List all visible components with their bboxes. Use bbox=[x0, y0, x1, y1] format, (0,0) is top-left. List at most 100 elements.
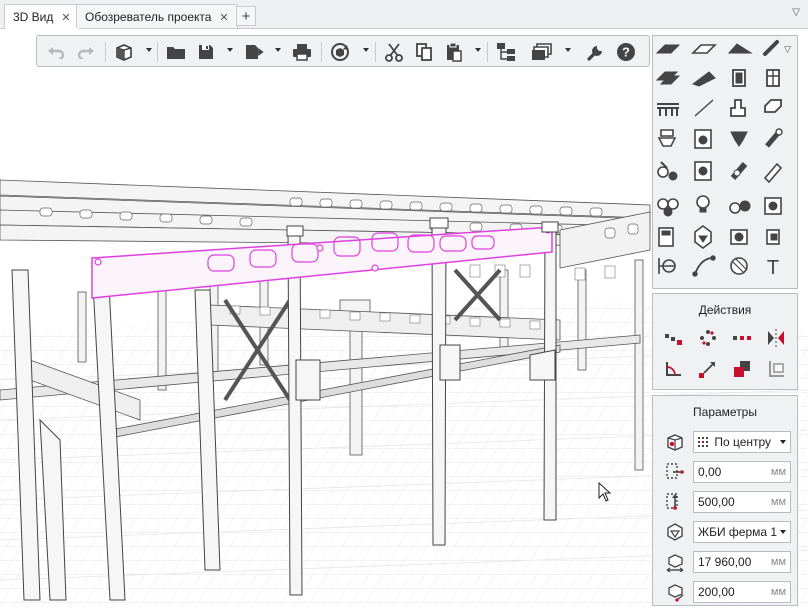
anchor-value: По центру bbox=[714, 435, 772, 449]
offset-value: 0,00 bbox=[698, 465, 722, 479]
array-action-icon[interactable] bbox=[731, 327, 753, 349]
anchor-param-row: По центру bbox=[653, 429, 799, 455]
tab-bar: 3D Вид ✕ Обозреватель проекта ✕ + ▽ bbox=[0, 0, 808, 29]
hatch-tool-icon bbox=[730, 257, 748, 275]
offset-field[interactable]: 0,00 мм bbox=[693, 461, 791, 483]
tab-project-explorer[interactable]: Обозреватель проекта ✕ bbox=[76, 4, 238, 28]
move-action-icon[interactable] bbox=[663, 327, 685, 349]
length-unit: мм bbox=[770, 556, 786, 568]
anchor-select[interactable]: По центру bbox=[693, 431, 791, 453]
electric-tool-icon bbox=[729, 200, 751, 214]
tools-palette: ▽ T bbox=[652, 35, 798, 289]
mirror-action-icon[interactable] bbox=[765, 327, 787, 349]
toolbar-separator bbox=[321, 42, 322, 62]
trim-action-icon[interactable] bbox=[765, 358, 787, 380]
stretch-action-icon[interactable] bbox=[697, 358, 719, 380]
toolbar-separator bbox=[157, 42, 158, 62]
cut-icon[interactable] bbox=[383, 41, 405, 63]
length-field[interactable]: 17 960,00 мм bbox=[693, 551, 791, 573]
hierarchy-icon[interactable] bbox=[495, 41, 517, 63]
chevron-down-icon[interactable] bbox=[146, 48, 152, 52]
width-unit: мм bbox=[770, 586, 786, 598]
window-tool-icon bbox=[766, 69, 780, 87]
socket-tool-icon bbox=[764, 197, 782, 215]
chevron-down-icon[interactable] bbox=[565, 48, 571, 52]
fan-tool-icon bbox=[730, 131, 748, 147]
height-value: 500,00 bbox=[698, 495, 735, 509]
offset-param-row: 0,00 мм bbox=[653, 459, 799, 485]
height-field[interactable]: 500,00 мм bbox=[693, 491, 791, 513]
floor-tool-icon bbox=[691, 44, 717, 54]
chevron-down-icon bbox=[780, 440, 786, 444]
toolbar-separator bbox=[105, 42, 106, 62]
toolbar-separator bbox=[375, 42, 376, 62]
undo-icon[interactable] bbox=[45, 41, 67, 63]
main-toolbar: ? bbox=[36, 35, 650, 67]
anchor-cube-icon bbox=[665, 432, 685, 452]
redo-icon[interactable] bbox=[75, 41, 97, 63]
truss-type-icon bbox=[665, 522, 685, 542]
curve-tool-icon bbox=[692, 255, 716, 277]
type-select[interactable]: ЖБИ ферма 1 bbox=[693, 521, 791, 543]
chevron-down-icon[interactable] bbox=[475, 48, 481, 52]
plumbing-tool-icon bbox=[657, 161, 678, 181]
column-tool-icon bbox=[730, 99, 746, 117]
close-icon[interactable]: ✕ bbox=[219, 12, 228, 24]
parameters-panel-title: Параметры bbox=[693, 405, 757, 419]
type-param-row: ЖБИ ферма 1 bbox=[653, 519, 799, 545]
rotate-action-icon[interactable] bbox=[697, 327, 719, 349]
tab-3d-view[interactable]: 3D Вид ✕ bbox=[4, 4, 80, 29]
width-param-row: 200,00 мм bbox=[653, 579, 799, 605]
close-icon[interactable]: ✕ bbox=[61, 12, 70, 24]
offset-unit: мм bbox=[770, 466, 786, 478]
tab-project-explorer-label: Обозреватель проекта bbox=[85, 10, 212, 24]
hvac-tool-icon bbox=[657, 198, 679, 217]
open-folder-icon[interactable] bbox=[165, 41, 187, 63]
text-tool-icon: T bbox=[767, 257, 779, 279]
actions-panel-title: Действия bbox=[698, 303, 752, 317]
height-unit: мм bbox=[770, 496, 786, 508]
roof-tool-icon bbox=[727, 43, 753, 54]
svg-text:T: T bbox=[767, 257, 779, 279]
offset-action-icon[interactable] bbox=[731, 358, 753, 380]
chevron-down-icon bbox=[780, 530, 786, 534]
parameters-panel: Параметры По центру 0,00 мм 500,00 мм ЖБ… bbox=[652, 395, 798, 606]
layers-icon[interactable] bbox=[531, 41, 553, 63]
width-icon bbox=[665, 582, 685, 602]
rail-tool-icon bbox=[657, 103, 679, 116]
tab-menu-icon[interactable]: ▽ bbox=[792, 7, 800, 18]
grid-anchor-icon bbox=[698, 435, 708, 449]
tool-icons: T bbox=[655, 40, 783, 279]
line-tool-icon bbox=[763, 40, 779, 56]
length-value: 17 960,00 bbox=[698, 555, 752, 569]
export-icon[interactable] bbox=[243, 41, 265, 63]
ramp-tool-icon bbox=[691, 71, 716, 87]
paste-icon[interactable] bbox=[443, 41, 465, 63]
door-tool-icon bbox=[732, 69, 746, 87]
settings-wrench-icon[interactable] bbox=[585, 41, 607, 63]
save-icon[interactable] bbox=[195, 41, 217, 63]
dimension-tool-icon bbox=[658, 258, 676, 274]
add-tab-button[interactable]: + bbox=[236, 6, 256, 26]
beam-tool-icon bbox=[764, 99, 782, 113]
connector-tool-icon bbox=[766, 229, 780, 245]
render-icon[interactable] bbox=[329, 41, 351, 63]
length-param-row: 17 960,00 мм bbox=[653, 549, 799, 575]
height-param-row: 500,00 мм bbox=[653, 489, 799, 515]
mouse-cursor-icon bbox=[598, 481, 612, 505]
view-cube-icon[interactable] bbox=[113, 41, 135, 63]
lamp-tool-icon bbox=[696, 195, 710, 213]
width-field[interactable]: 200,00 мм bbox=[693, 581, 791, 603]
diagonal-tool-icon bbox=[694, 99, 714, 117]
copy-icon[interactable] bbox=[413, 41, 435, 63]
chevron-down-icon[interactable] bbox=[363, 48, 369, 52]
chevron-down-icon[interactable] bbox=[275, 48, 281, 52]
pipe-tool-icon bbox=[765, 128, 783, 148]
panel-tool-icon bbox=[658, 227, 674, 247]
type-value: ЖБИ ферма 1 bbox=[698, 525, 778, 539]
help-icon[interactable]: ? bbox=[615, 41, 637, 63]
chevron-down-icon[interactable] bbox=[227, 48, 233, 52]
print-icon[interactable] bbox=[291, 41, 313, 63]
width-value: 200,00 bbox=[698, 585, 735, 599]
fillet-action-icon[interactable] bbox=[663, 358, 685, 380]
